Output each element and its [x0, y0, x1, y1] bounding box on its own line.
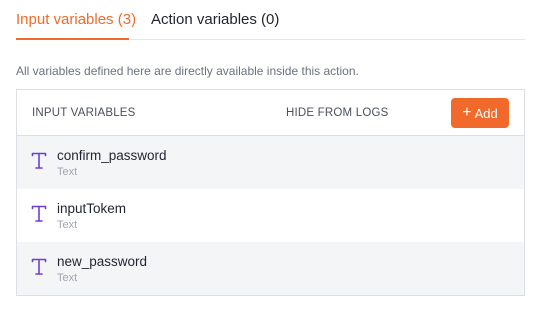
text-type-icon [31, 152, 47, 169]
table-row[interactable]: inputTokem Text [17, 189, 524, 242]
text-type-icon [31, 258, 47, 275]
variables-description: All variables defined here are directly … [16, 64, 359, 78]
variable-type: Text [57, 272, 78, 284]
variables-tabs: Input variables (3) Action variables (0) [16, 0, 525, 40]
input-variables-table: INPUT VARIABLES HIDE FROM LOGS + Add con… [16, 89, 525, 296]
add-button-label: Add [474, 105, 498, 121]
variable-name: inputTokem [57, 201, 127, 216]
add-variable-button[interactable]: + Add [451, 98, 509, 128]
variable-type: Text [57, 219, 78, 231]
variable-name: confirm_password [57, 148, 167, 163]
variable-name: new_password [57, 254, 148, 269]
tab-input-variables[interactable]: Input variables (3) [16, 0, 136, 40]
table-row[interactable]: confirm_password Text [17, 136, 524, 189]
text-type-icon [31, 205, 47, 222]
column-header-hide-from-logs: HIDE FROM LOGS [286, 107, 389, 119]
column-header-input-variables: INPUT VARIABLES [32, 107, 136, 119]
tab-action-variables[interactable]: Action variables (0) [151, 0, 279, 40]
variable-type: Text [57, 166, 78, 178]
table-row[interactable]: new_password Text [17, 242, 524, 295]
plus-icon: + [462, 104, 472, 121]
table-header: INPUT VARIABLES HIDE FROM LOGS + Add [17, 90, 524, 136]
